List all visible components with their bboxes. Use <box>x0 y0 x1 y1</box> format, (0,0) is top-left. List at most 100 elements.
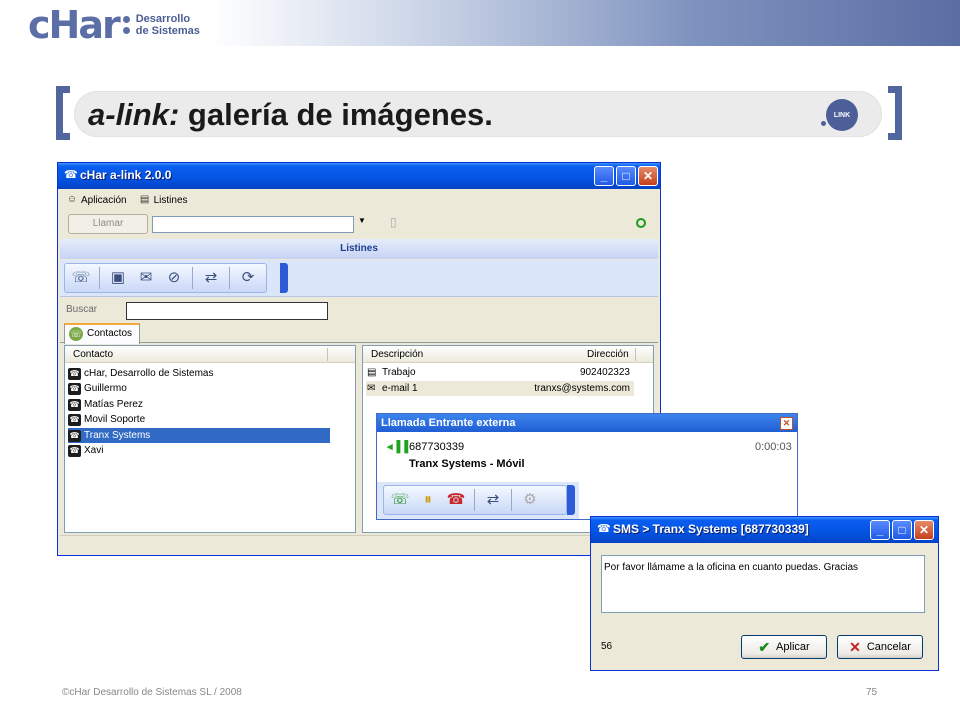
link-logo-text: LINK <box>833 111 851 119</box>
envelope-icon[interactable]: ✉ <box>136 268 156 288</box>
footer-copyright: ©cHar Desarrollo de Sistemas SL / 2008 <box>62 687 242 698</box>
call-window-titlebar[interactable]: Llamada Entrante externa ✕ <box>377 414 797 432</box>
details-dir-header: Dirección <box>587 349 629 360</box>
title-bracket-right <box>888 86 902 140</box>
toolbar-separator <box>474 489 475 511</box>
detail-address: 902402323 <box>579 367 630 378</box>
list-item[interactable]: ☎ Movil Soporte <box>68 412 145 427</box>
envelope-icon: ✉ <box>367 383 376 394</box>
details-desc-header: Descripción <box>371 349 424 360</box>
table-row[interactable]: ▤ Trabajo 902402323 <box>366 365 634 380</box>
phone-icon: ☎ <box>68 382 81 395</box>
toolbar-grip <box>280 263 288 293</box>
chevron-down-icon[interactable]: ▼ <box>358 216 366 225</box>
toolbar-separator <box>229 267 230 289</box>
caller-name: Tranx Systems - Móvil <box>409 458 525 470</box>
status-bar <box>60 535 658 553</box>
section-title: Listines <box>60 239 658 259</box>
char-logo: cHar Desarrollo de Sistemas <box>28 6 200 44</box>
people-icon: ☺ <box>66 194 78 205</box>
list-item[interactable]: ☎ Matías Perez <box>68 397 143 412</box>
incoming-call-window: Llamada Entrante externa ✕ ◂▐▐ 687730339… <box>376 413 798 520</box>
aplicar-label: Aplicar <box>776 641 810 653</box>
number-combo[interactable] <box>152 216 354 233</box>
hold-icon[interactable]: ⏸ <box>418 490 438 510</box>
contact-name: cHar, Desarrollo de Sistemas <box>84 368 214 379</box>
contacts-column-header[interactable]: Contacto <box>65 346 355 363</box>
delete-icon[interactable]: ⊘ <box>164 268 184 288</box>
slide: cHar Desarrollo de Sistemas a-link: gale… <box>0 0 960 720</box>
close-icon[interactable]: ✕ <box>780 417 793 430</box>
logo-subtitle-bottom: de Sistemas <box>135 25 200 37</box>
list-item[interactable]: ☎ Xavi <box>68 443 103 458</box>
link-logo-icon: LINK <box>826 99 858 131</box>
settings-icon[interactable]: ⚙ <box>520 490 540 510</box>
contacts-column-label: Contacto <box>73 349 114 360</box>
slide-title-italic: a-link: <box>88 97 180 132</box>
close-button[interactable]: ✕ <box>638 166 658 186</box>
maximize-button[interactable]: □ <box>616 166 636 186</box>
incoming-signal-icon: ◂▐▐ <box>387 441 409 453</box>
answer-icon[interactable]: ☏ <box>390 490 410 510</box>
list-item[interactable]: ☎ Guillermo <box>68 381 127 396</box>
logo-subtitle: Desarrollo de Sistemas <box>136 13 200 37</box>
search-label: Buscar <box>66 304 98 315</box>
toolbar-grip <box>567 485 575 515</box>
maximize-button[interactable]: □ <box>892 520 912 540</box>
refresh-icon[interactable]: ⟳ <box>238 268 258 288</box>
close-button[interactable]: ✕ <box>914 520 934 540</box>
contact-name: Xavi <box>84 445 104 456</box>
sms-window: ☎ SMS > Tranx Systems [687730339] _ □ ✕ … <box>590 516 939 671</box>
cancelar-button[interactable]: ✕ Cancelar <box>837 635 923 659</box>
minimize-button[interactable]: _ <box>594 166 614 186</box>
detail-address: tranxs@systems.com <box>534 383 630 394</box>
column-divider <box>327 348 328 361</box>
details-column-header[interactable]: Descripción Dirección <box>363 346 653 363</box>
tab-contactos[interactable]: ☏ Contactos <box>64 323 140 344</box>
list-item[interactable]: ☎ cHar, Desarrollo de Sistemas <box>68 366 214 381</box>
app-icon: ☎ <box>64 169 78 181</box>
call-row: Llamar ▼ ▯ <box>60 211 658 237</box>
tab-contactos-label: Contactos <box>87 328 133 339</box>
contact-name: Tranx Systems <box>84 430 151 441</box>
phone-icon: ☎ <box>68 429 81 442</box>
minimize-button[interactable]: _ <box>870 520 890 540</box>
menu-listines[interactable]: ▤ Listines <box>139 194 188 206</box>
column-divider <box>635 348 636 361</box>
aplicar-button[interactable]: ✔ Aplicar <box>741 635 827 659</box>
document-icon[interactable]: ▯ <box>390 215 397 229</box>
logo-wordmark: cHar <box>28 3 121 47</box>
phone-icon: ☎ <box>68 398 81 411</box>
menu-bar: ☺ Aplicación ▤ Listines <box>60 190 658 210</box>
cancelar-label: Cancelar <box>866 641 911 653</box>
call-timer: 0:00:03 <box>755 441 792 453</box>
list-item-selected[interactable]: ☎ Tranx Systems <box>68 428 330 443</box>
contact-name: Guillermo <box>84 383 127 394</box>
call-button[interactable]: Llamar <box>68 214 148 234</box>
caller-number: 687730339 <box>409 441 465 453</box>
search-row: Buscar <box>60 299 658 323</box>
logo-dots <box>122 16 130 34</box>
transfer-icon[interactable]: ⇄ <box>201 268 221 288</box>
book-icon: ▤ <box>139 194 150 205</box>
page-number: 75 <box>866 687 878 698</box>
search-input[interactable] <box>126 302 328 320</box>
edit-contact-icon[interactable]: ▣ <box>108 268 128 288</box>
table-row[interactable]: ✉ e-mail 1 tranxs@systems.com <box>366 381 634 396</box>
toolbar-separator <box>511 489 512 511</box>
phone-book-icon: ▤ <box>367 367 377 378</box>
toolbar-separator <box>99 267 100 289</box>
slide-title-rest: galería de imágenes. <box>179 97 493 132</box>
transfer-icon[interactable]: ⇄ <box>483 490 503 510</box>
main-window-titlebar[interactable]: ☎ cHar a-link 2.0.0 _ □ ✕ <box>58 163 660 189</box>
phone-icon[interactable]: ☏ <box>71 268 91 288</box>
title-bracket-left <box>56 86 70 140</box>
hangup-icon[interactable]: ☎ <box>446 490 466 510</box>
sms-window-titlebar[interactable]: ☎ SMS > Tranx Systems [687730339] _ □ ✕ <box>591 517 938 543</box>
contacts-icon: ☏ <box>69 327 83 341</box>
tab-strip: ☏ Contactos <box>60 323 658 344</box>
menu-aplicacion[interactable]: ☺ Aplicación <box>66 194 127 206</box>
menu-aplicacion-label: Aplicación <box>81 194 127 206</box>
sms-message-input[interactable]: Por favor llámame a la oficina en cuanto… <box>601 555 925 613</box>
call-toolbar-band: ☏ ⏸ ☎ ⇄ ⚙ <box>377 482 579 519</box>
